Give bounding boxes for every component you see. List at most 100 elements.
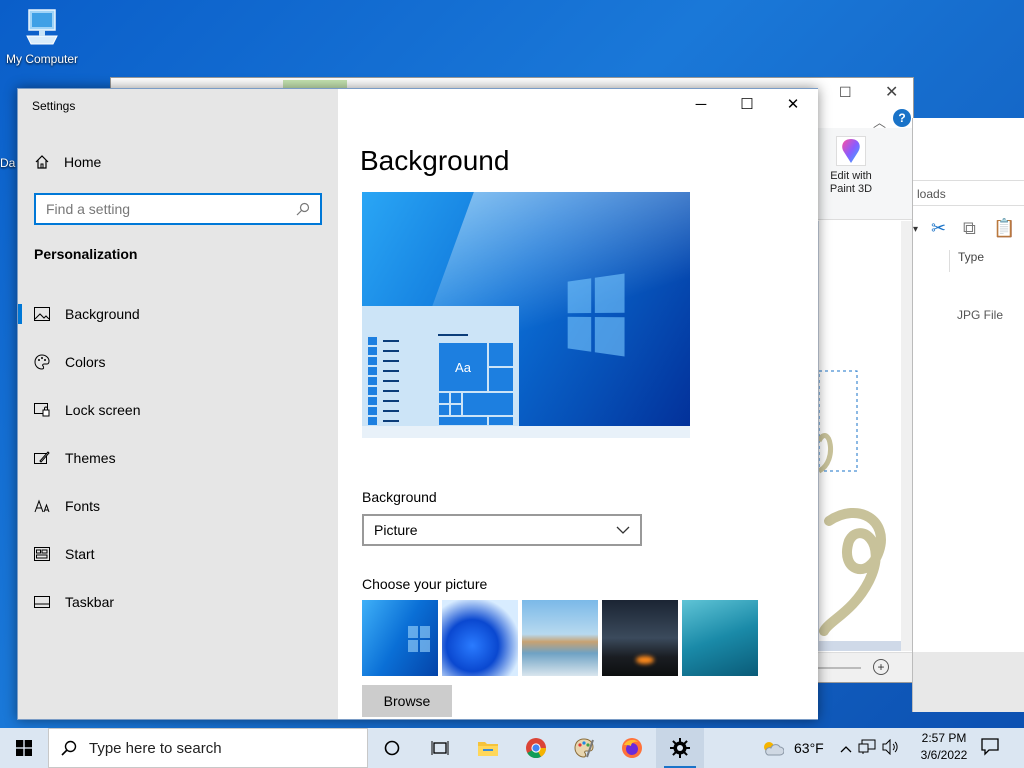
show-hidden-icons-chevron[interactable] [840,740,852,756]
partial-desktop-label[interactable]: Da [0,156,15,170]
preview-start-menu: Aa [362,306,519,426]
zoom-in-button[interactable]: + [873,659,889,675]
copy-icon[interactable]: ⧉ [963,218,976,239]
sidebar-item-lock-screen[interactable]: Lock screen [18,390,338,430]
help-icon[interactable]: ? [893,109,911,127]
sidebar-item-fonts[interactable]: Fonts [18,486,338,526]
sidebar-item-label: Themes [65,450,116,466]
home-icon [35,155,49,169]
home-label: Home [64,154,102,170]
search-icon [296,202,310,216]
section-title: Personalization [34,246,138,262]
sidebar-item-background[interactable]: Background [18,294,338,334]
explorer-window[interactable]: loads ▾ ✂ ⧉ 📋 Type JPG File [912,118,1024,712]
sidebar-item-colors[interactable]: Colors [18,342,338,382]
windows-logo-icon [16,740,32,756]
minimize-button[interactable]: ─ [678,93,724,117]
settings-sidebar: Settings Home Find a setting Personaliza… [18,89,338,719]
chrome-taskbar-button[interactable] [512,728,560,768]
taskbar-icon [34,594,50,610]
thumbnail-night-sky[interactable] [602,600,678,676]
home-nav-item[interactable]: Home [34,151,101,173]
search-icon [61,740,77,756]
edit-with-paint3d-button[interactable]: Edit with Paint 3D [823,136,879,196]
action-center-button[interactable] [980,736,1000,761]
choose-picture-label: Choose your picture [362,576,488,592]
taskbar-search-box[interactable]: Type here to search [48,728,368,768]
lock-screen-icon [34,402,50,418]
page-title: Background [360,145,510,176]
brush-icon [34,450,50,466]
folder-icon [478,742,498,756]
sidebar-item-taskbar[interactable]: Taskbar [18,582,338,622]
cortana-icon [384,740,400,756]
computer-icon [26,9,58,45]
cortana-button[interactable] [368,728,416,768]
find-setting-input[interactable]: Find a setting [34,193,322,225]
weather-temperature: 63°F [794,740,824,756]
settings-taskbar-button[interactable] [656,728,704,768]
speaker-icon [882,738,898,755]
paint-close-button[interactable]: ✕ [885,82,898,102]
partly-sunny-icon [764,742,784,756]
task-view-icon [431,741,449,755]
file-explorer-taskbar-button[interactable] [464,728,512,768]
taskbar: Type here to search 63°F 2:57 PM 3/6/202… [0,728,1024,768]
dropdown-value: Picture [374,522,418,538]
maximize-button[interactable]: ☐ [724,93,770,117]
sidebar-item-label: Background [65,306,140,322]
palette-icon [34,354,50,370]
sidebar-item-label: Taskbar [65,594,115,610]
signature-drawing [819,370,886,636]
volume-control[interactable] [882,738,900,758]
clock-date: 3/6/2022 [920,748,968,762]
my-computer-shortcut[interactable]: My Computer [2,8,82,66]
sidebar-item-label: Start [65,546,95,562]
clock-time: 2:57 PM [921,731,967,745]
sidebar-item-label: Fonts [65,498,101,514]
close-button[interactable]: ✕ [770,93,816,117]
weather-widget[interactable]: 63°F [760,739,824,757]
browse-button[interactable]: Browse [362,685,452,717]
network-status[interactable] [858,739,876,758]
paste-icon[interactable]: 📋 [993,218,1015,239]
start-button[interactable] [0,728,48,768]
background-preview: Aa [362,192,690,438]
window-title: Settings [32,99,76,113]
thumbnail-beach-rocks[interactable] [522,600,598,676]
paint3d-icon [842,139,860,163]
paint-maximize-button[interactable]: ☐ [839,84,852,101]
chevron-up-icon [840,746,852,753]
picture-icon [34,306,50,322]
notification-icon [981,738,999,756]
explorer-bottom-area [913,652,1024,712]
sidebar-item-label: Colors [65,354,106,370]
system-tray: 63°F [760,728,900,768]
thumbnail-windows-blue[interactable] [362,600,438,676]
my-computer-label: My Computer [5,52,79,66]
thumbnail-underwater[interactable] [682,600,758,676]
dropdown-arrow-icon[interactable]: ▾ [913,224,918,235]
task-view-button[interactable] [416,728,464,768]
firefox-icon [622,738,642,758]
explorer-address-bar[interactable]: loads [913,180,1024,206]
settings-window[interactable]: Settings Home Find a setting Personaliza… [17,88,818,720]
background-type-dropdown[interactable]: Picture [362,514,642,546]
thumbnail-blue-bloom[interactable] [442,600,518,676]
canvas-image[interactable] [819,221,904,641]
settings-main-panel: ─ ☐ ✕ Background Aa Background Picture C… [338,89,818,719]
paint-taskbar-button[interactable] [560,728,608,768]
zoom-slider[interactable] [811,667,861,669]
taskbar-search-placeholder: Type here to search [89,739,222,757]
cut-icon[interactable]: ✂ [931,218,946,239]
gear-icon [670,738,690,758]
paint3d-label-2: Paint 3D [829,183,873,195]
firefox-taskbar-button[interactable] [608,728,656,768]
column-header-type[interactable]: Type [949,250,984,272]
background-label: Background [362,489,437,505]
start-icon [34,546,50,562]
sidebar-item-start[interactable]: Start [18,534,338,574]
search-placeholder: Find a setting [46,201,131,217]
sidebar-item-themes[interactable]: Themes [18,438,338,478]
taskbar-clock[interactable]: 2:57 PM 3/6/2022 [914,730,974,764]
